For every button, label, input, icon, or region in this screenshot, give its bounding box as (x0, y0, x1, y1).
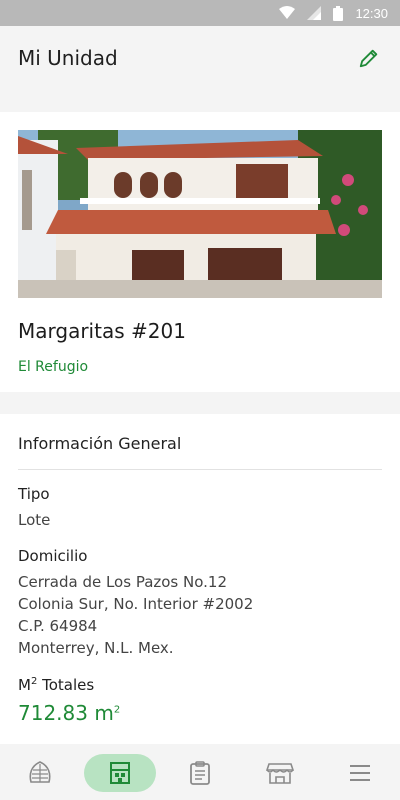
unit-photo (18, 130, 382, 298)
unit-name: Margaritas #201 (18, 319, 186, 343)
edit-button[interactable] (356, 45, 382, 71)
unit-card: Margaritas #201 El Refugio (0, 112, 400, 392)
app-bar: Mi Unidad (0, 26, 400, 90)
section-title: Información General (18, 434, 182, 453)
type-value: Lote (18, 511, 51, 529)
divider (18, 469, 382, 470)
unit-complex-link[interactable]: El Refugio (18, 359, 88, 375)
nav-item-home[interactable] (4, 754, 76, 792)
address-value: Cerrada de Los Pazos No.12 Colonia Sur, … (18, 571, 253, 659)
nav-item-reports[interactable] (164, 754, 236, 792)
building-icon (110, 762, 130, 784)
wifi-icon (279, 6, 296, 19)
leaf-shell-icon (29, 761, 51, 783)
address-line: Cerrada de Los Pazos No.12 (18, 573, 228, 591)
store-awning-icon (266, 763, 294, 784)
nav-item-unit[interactable] (84, 754, 156, 792)
clock: 12:30 (355, 5, 388, 21)
status-bar: 12:30 (0, 0, 400, 26)
address-line: Colonia Sur, No. Interior #2002 (18, 595, 254, 613)
general-info-card: Información General Tipo Lote Domicilio … (0, 414, 400, 744)
signal-icon (307, 6, 322, 20)
area-value: 712.83 m2 (18, 701, 121, 725)
clipboard-icon (190, 761, 210, 785)
type-label: Tipo (18, 485, 50, 503)
area-label: M2 Totales (18, 676, 95, 694)
nav-item-amenities[interactable] (244, 754, 316, 792)
pencil-icon (359, 49, 378, 68)
address-line: Monterrey, N.L. Mex. (18, 639, 174, 657)
battery-icon (333, 5, 344, 21)
bottom-nav (0, 746, 400, 800)
menu-icon (350, 765, 370, 781)
nav-item-menu[interactable] (324, 754, 396, 792)
page-title: Mi Unidad (18, 46, 118, 70)
address-label: Domicilio (18, 547, 88, 565)
address-line: C.P. 64984 (18, 617, 98, 635)
